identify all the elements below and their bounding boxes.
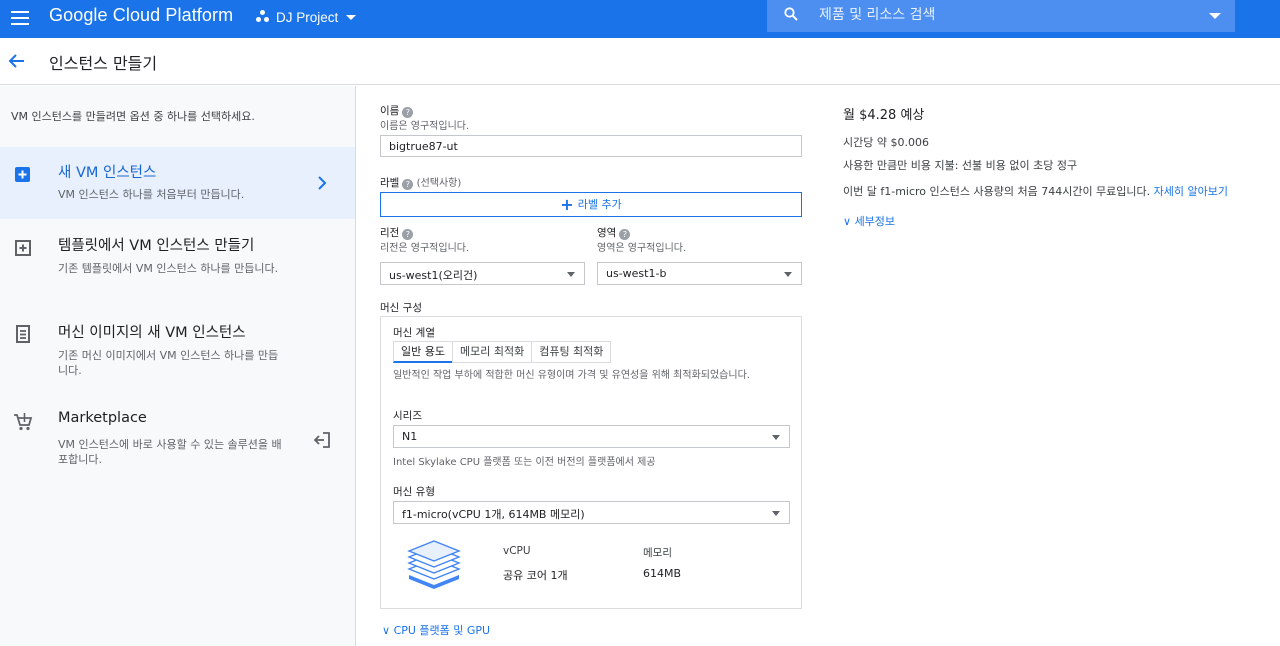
plus-icon: + bbox=[560, 195, 574, 214]
zone-sub: 영역은 영구적입니다. bbox=[597, 243, 687, 254]
search-bar[interactable] bbox=[767, 0, 1235, 32]
sustained-use-note: 사용한 만큼만 비용 지불: 선불 비용 없이 초당 정구 bbox=[843, 159, 1078, 172]
series-label: 시리즈 bbox=[393, 410, 422, 422]
back-arrow-icon[interactable] bbox=[6, 50, 28, 72]
option-desc: VM 인스턴스 하나를 처음부터 만듭니다. bbox=[58, 188, 245, 201]
shopping-cart-icon bbox=[14, 413, 33, 431]
name-label: 이름? bbox=[380, 103, 414, 118]
search-input[interactable] bbox=[819, 4, 1199, 26]
add-label-button[interactable]: + 라벨 추가 bbox=[380, 192, 802, 217]
add-box-icon bbox=[15, 167, 30, 182]
chevron-down-icon bbox=[346, 14, 357, 20]
machine-config-label: 머신 구성 bbox=[380, 302, 422, 314]
project-dots-icon bbox=[256, 10, 270, 24]
machine-image-icon bbox=[16, 325, 30, 343]
option-title: 새 VM 인스턴스 bbox=[58, 165, 157, 181]
sidebar-intro: VM 인스턴스를 만들려면 옵션 중 하나를 선택하세요. bbox=[11, 110, 255, 123]
learn-more-link[interactable]: 자세히 알아보기 bbox=[1154, 185, 1228, 198]
tab-memory-optimized[interactable]: 메모리 최적화 bbox=[451, 341, 533, 363]
name-input[interactable] bbox=[380, 135, 802, 157]
brand-title[interactable]: Google Cloud Platform bbox=[49, 5, 233, 26]
machine-type-select[interactable]: f1-micro(vCPU 1개, 614MB 메모리) bbox=[393, 501, 790, 524]
zone-select[interactable]: us-west1-b bbox=[597, 262, 802, 285]
option-desc: 기존 템플릿에서 VM 인스턴스 하나를 만듭니다. bbox=[58, 262, 279, 275]
optional-text: (선택사항) bbox=[416, 178, 462, 189]
tab-general-purpose[interactable]: 일반 용도 bbox=[393, 341, 453, 363]
option-title: 머신 이미지의 새 VM 인스턴스 bbox=[58, 325, 246, 341]
machine-type-label: 머신 유형 bbox=[393, 486, 435, 498]
series-description: Intel Skylake CPU 플랫폼 또는 이전 버전의 플랫폼에서 제공 bbox=[393, 457, 656, 468]
family-description: 일반적인 작업 부하에 적합한 머신 유형이며 가격 및 유연성을 위해 최적화… bbox=[393, 370, 750, 381]
expand-chevron-icon: ∨ bbox=[843, 215, 852, 228]
monthly-estimate: 월 $4.28 예상 bbox=[843, 108, 925, 123]
machine-family-label: 머신 계열 bbox=[393, 327, 435, 339]
option-new-vm-instance[interactable]: 새 VM 인스턴스 VM 인스턴스 하나를 처음부터 만듭니다. bbox=[0, 147, 355, 219]
dropdown-arrow-icon bbox=[772, 435, 780, 440]
template-add-icon bbox=[15, 240, 31, 256]
option-title: 템플릿에서 VM 인스턴스 만들기 bbox=[58, 238, 255, 254]
creation-options-sidebar: VM 인스턴스를 만들려면 옵션 중 하나를 선택하세요. 새 VM 인스턴스 … bbox=[0, 86, 356, 646]
region-sub: 리전은 영구적입니다. bbox=[380, 243, 470, 254]
project-selector[interactable]: DJ Project bbox=[256, 8, 357, 26]
help-icon[interactable]: ? bbox=[402, 179, 414, 190]
expand-chevron-icon: ∨ bbox=[382, 624, 391, 637]
dropdown-arrow-icon bbox=[784, 272, 792, 277]
memory-value: 614MB bbox=[643, 567, 682, 580]
dropdown-arrow-icon bbox=[567, 272, 575, 277]
project-name: DJ Project bbox=[276, 9, 339, 25]
option-marketplace[interactable]: Marketplace VM 인스턴스에 바로 사용할 수 있는 솔루션을 배포… bbox=[0, 404, 355, 476]
option-title: Marketplace bbox=[58, 410, 147, 426]
open-external-icon[interactable] bbox=[313, 431, 331, 449]
tab-compute-optimized[interactable]: 컴퓨팅 최적화 bbox=[531, 341, 612, 363]
search-icon bbox=[784, 7, 798, 21]
title-bar: 인스턴스 만들기 bbox=[0, 38, 1280, 85]
option-from-machine-image[interactable]: 머신 이미지의 새 VM 인스턴스 기존 머신 이미지에서 VM 인스턴스 하나… bbox=[0, 314, 355, 386]
chevron-right-icon bbox=[318, 176, 327, 190]
page-title: 인스턴스 만들기 bbox=[49, 54, 158, 73]
top-app-bar: Google Cloud Platform DJ Project bbox=[0, 0, 1280, 38]
dropdown-arrow-icon bbox=[772, 511, 780, 516]
region-select[interactable]: us-west1(오리건) bbox=[380, 262, 585, 285]
cpu-gpu-expander[interactable]: ∨ CPU 플랫폼 및 GPU bbox=[382, 622, 490, 638]
memory-header: 메모리 bbox=[643, 547, 672, 559]
layers-stack-icon bbox=[407, 540, 461, 589]
search-dropdown-icon[interactable] bbox=[1209, 13, 1221, 19]
vcpu-header: vCPU bbox=[503, 545, 531, 557]
machine-config-panel: 머신 계열 일반 용도 메모리 최적화 컴퓨팅 최적화 일반적인 작업 부하에 … bbox=[380, 316, 802, 609]
hourly-estimate: 시간당 약 $0.006 bbox=[843, 136, 929, 149]
name-sub: 이름은 영구적입니다. bbox=[380, 121, 470, 132]
labels-label: 라벨? (선택사항) bbox=[380, 177, 462, 190]
free-tier-note: 이번 달 f1-micro 인스턴스 사용량의 처음 744시간이 무료입니다.… bbox=[843, 185, 1229, 198]
machine-family-tabs: 일반 용도 메모리 최적화 컴퓨팅 최적화 bbox=[393, 341, 612, 363]
option-desc: 기존 머신 이미지에서 VM 인스턴스 하나를 만듭니다. bbox=[58, 349, 279, 377]
option-desc: VM 인스턴스에 바로 사용할 수 있는 솔루션을 배포합니다. bbox=[58, 438, 282, 466]
option-from-template[interactable]: 템플릿에서 VM 인스턴스 만들기 기존 템플릿에서 VM 인스턴스 하나를 만… bbox=[0, 226, 355, 298]
vcpu-value: 공유 코어 1개 bbox=[503, 569, 568, 582]
series-select[interactable]: N1 bbox=[393, 425, 790, 448]
zone-label: 영역? bbox=[597, 225, 631, 240]
details-expander[interactable]: ∨ 세부정보 bbox=[843, 213, 895, 229]
hamburger-menu-icon[interactable] bbox=[10, 7, 32, 29]
region-label: 리전? bbox=[380, 225, 414, 240]
